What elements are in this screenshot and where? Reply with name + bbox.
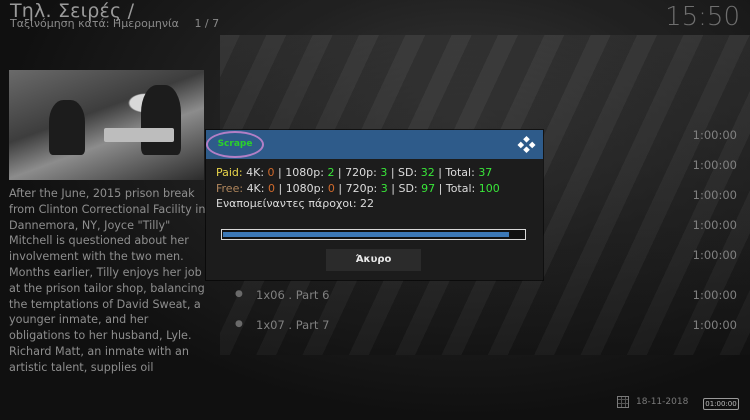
bullet-icon: ●: [235, 319, 243, 329]
free-sources-line: Free: 4K: 0 | 1080p: 0 | 720p: 3 | SD: 9…: [216, 181, 500, 195]
dialog-heading: Scrape: [206, 131, 264, 158]
progress-bar: [221, 229, 526, 240]
sort-info: Ταξινόμηση κατά: Ημερομηνία 1 / 7: [10, 17, 219, 30]
episode-duration: 1:00:00: [692, 158, 737, 172]
episode-duration: 1:00:00: [692, 318, 737, 332]
dialog-header: Scrape: [206, 130, 543, 159]
episode-duration: 1:00:00: [692, 288, 737, 302]
episode-title: 1x06 . Part 6: [256, 288, 330, 302]
page-counter: 1 / 7: [194, 17, 220, 30]
cancel-button[interactable]: Άκυρο: [326, 249, 421, 271]
paid-sources-line: Paid: 4K: 0 | 1080p: 2 | 720p: 3 | SD: 3…: [216, 166, 493, 179]
list-item[interactable]: ● 1x06 . Part 6 1:00:00: [225, 280, 737, 310]
footer-time: 01:00:00: [703, 398, 739, 410]
progress-bar-fill: [223, 232, 509, 237]
remaining-providers: Εναπομείναντες πάροχοι: 22: [216, 197, 375, 210]
calendar-icon: [617, 396, 629, 408]
episode-duration: 1:00:00: [692, 248, 737, 262]
episode-duration: 1:00:00: [692, 188, 737, 202]
dialog-body: Paid: 4K: 0 | 1080p: 2 | 720p: 3 | SD: 3…: [216, 165, 500, 212]
progress-dialog: Scrape Paid: 4K: 0 | 1080p: 2 | 720p: 3 …: [206, 130, 543, 280]
bullet-icon: ●: [235, 289, 243, 299]
episode-duration: 1:00:00: [692, 128, 737, 142]
episode-duration: 1:00:00: [692, 218, 737, 232]
list-item[interactable]: ● 1x07 . Part 7 1:00:00: [225, 310, 737, 340]
footer-date: 18-11-2018: [636, 397, 689, 407]
episode-thumbnail: [9, 70, 204, 180]
plot-description: After the June, 2015 prison break from C…: [9, 187, 206, 374]
episode-title: 1x07 . Part 7: [256, 318, 330, 332]
clock: 15:50: [665, 2, 740, 32]
sort-label[interactable]: Ταξινόμηση κατά: Ημερομηνία: [10, 17, 179, 30]
kodi-icon: [517, 135, 536, 154]
